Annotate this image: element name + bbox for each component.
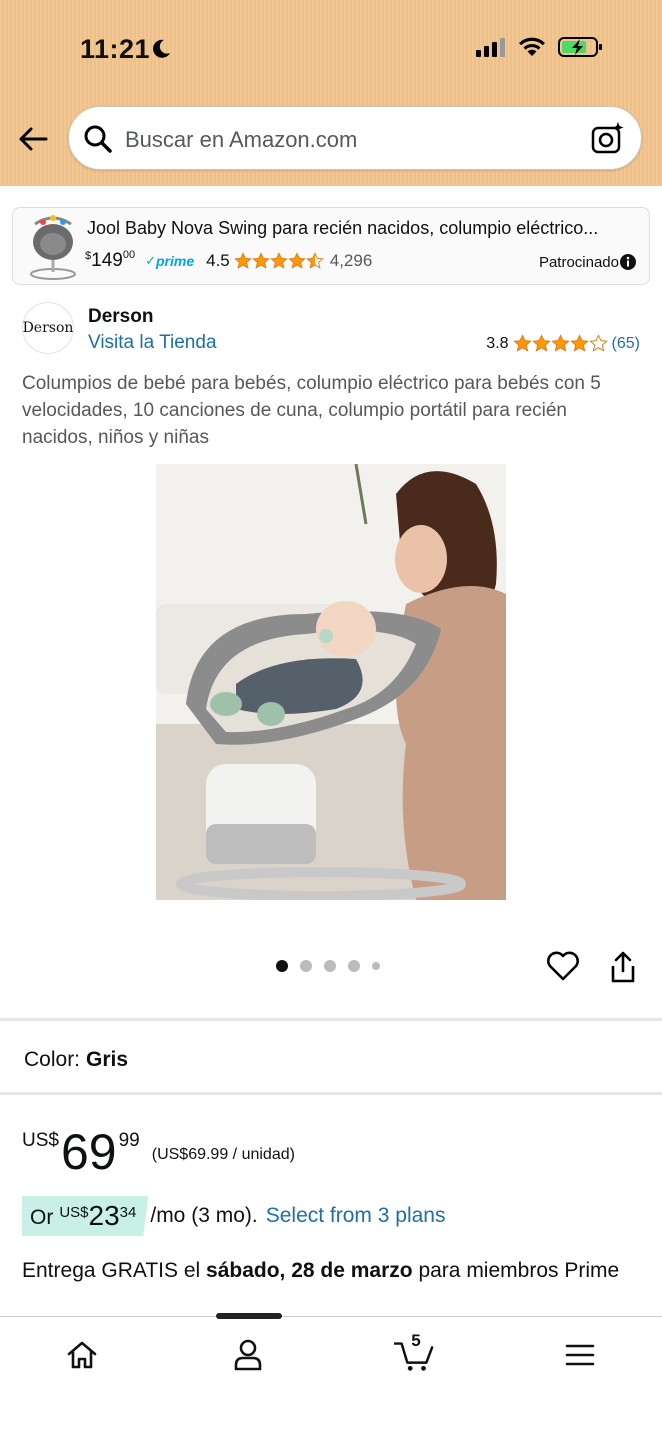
installment-currency: US$ xyxy=(59,1204,89,1221)
cart-count-badge: 5 xyxy=(411,1331,421,1350)
star-rating xyxy=(512,334,608,353)
image-pagination[interactable] xyxy=(276,960,380,972)
product-title: Columpios de bebé para bebés, columpio e… xyxy=(22,373,601,448)
sponsored-price-whole: 149 xyxy=(91,250,123,271)
hamburger-menu-icon xyxy=(565,1344,595,1366)
divider xyxy=(0,1018,662,1021)
product-rating[interactable]: 3.8 (65) xyxy=(486,334,640,353)
color-selector[interactable]: Color: Gris xyxy=(24,1048,128,1072)
nav-menu[interactable] xyxy=(560,1335,600,1375)
sponsored-product-title[interactable]: Jool Baby Nova Swing para recién nacidos… xyxy=(87,218,627,239)
installment-offer: Or US$ 23 34 /mo (3 mo). Select from 3 p… xyxy=(22,1196,445,1236)
installment-amount: 23 xyxy=(88,1200,120,1231)
price-fraction: 99 xyxy=(118,1130,140,1151)
pagination-dot[interactable] xyxy=(276,960,288,972)
price-whole: 69 xyxy=(60,1124,117,1180)
active-tab-indicator xyxy=(216,1313,282,1319)
sponsored-review-count: 4,296 xyxy=(329,251,373,270)
battery-charging-icon xyxy=(558,37,602,57)
product-image[interactable] xyxy=(156,464,506,900)
delivery-prefix: Entrega GRATIS el xyxy=(22,1259,201,1282)
pagination-dot[interactable] xyxy=(372,962,380,970)
star-icon xyxy=(588,334,608,352)
price: US$ 69 99 (US$69.99 / unidad) xyxy=(22,1126,295,1178)
star-icon xyxy=(531,334,551,352)
prime-check-icon: ✓ xyxy=(145,253,156,268)
review-count-link[interactable]: (65) xyxy=(612,335,640,353)
sponsored-price-currency: $ xyxy=(85,250,92,262)
installment-fraction: 34 xyxy=(119,1204,137,1221)
info-icon[interactable] xyxy=(619,253,637,271)
sponsored-price-fraction: 00 xyxy=(122,249,136,261)
star-icon xyxy=(269,252,288,269)
sponsored-product-meta: $ 149 00 ✓ prime 4.5 4,296 xyxy=(85,249,373,272)
star-icon xyxy=(305,252,324,269)
nav-home[interactable] xyxy=(62,1335,102,1375)
unit-price: (US$69.99 / unidad) xyxy=(151,1146,295,1163)
brand-name: Derson xyxy=(88,306,154,327)
pagination-dot[interactable] xyxy=(348,960,360,972)
back-arrow-icon[interactable] xyxy=(16,122,50,156)
header: 11:21 Buscar en Amazon.com xyxy=(0,0,662,186)
rating-value: 3.8 xyxy=(486,334,509,352)
wifi-icon xyxy=(519,37,545,56)
star-icon xyxy=(233,252,252,269)
star-icon xyxy=(569,334,589,352)
star-icon xyxy=(251,252,270,269)
price-currency: US$ xyxy=(22,1130,59,1151)
sponsored-product-banner[interactable]: Jool Baby Nova Swing para recién nacidos… xyxy=(12,207,650,285)
delivery-info: Entrega GRATIS el sábado, 28 de marzo pa… xyxy=(22,1256,642,1286)
star-icon xyxy=(287,252,306,269)
select-plans-link[interactable]: Select from 3 plans xyxy=(266,1204,446,1228)
sponsored-label: Patrocinado xyxy=(538,254,619,271)
pagination-dot[interactable] xyxy=(324,960,336,972)
status-time: 11:21 xyxy=(80,34,151,64)
cellular-signal-icon xyxy=(476,38,505,57)
status-icons xyxy=(476,36,604,58)
visit-store-link[interactable]: Visita la Tienda xyxy=(88,332,217,354)
nav-cart[interactable]: 5 xyxy=(394,1331,434,1375)
user-icon xyxy=(234,1339,262,1371)
heart-icon[interactable] xyxy=(546,950,580,982)
prime-badge: prime xyxy=(155,253,195,269)
camera-lens-icon[interactable] xyxy=(591,121,625,155)
home-icon xyxy=(67,1341,97,1369)
nav-account[interactable] xyxy=(228,1335,268,1375)
search-icon xyxy=(84,125,112,153)
delivery-suffix: para miembros Prime xyxy=(418,1259,620,1282)
installment-badge: Or US$ 23 34 xyxy=(22,1196,149,1236)
pagination-dot[interactable] xyxy=(300,960,312,972)
search-placeholder: Buscar en Amazon.com xyxy=(125,127,358,152)
search-input[interactable]: Buscar en Amazon.com xyxy=(68,106,642,170)
moon-icon xyxy=(153,39,170,58)
brand-logo[interactable]: Derson xyxy=(22,302,74,354)
share-icon[interactable] xyxy=(608,950,638,984)
color-value: Gris xyxy=(86,1048,129,1071)
star-icon xyxy=(512,334,532,352)
sponsored-product-thumbnail xyxy=(30,215,76,280)
installment-prefix: Or xyxy=(30,1206,54,1229)
brand-logo-text: Derson xyxy=(22,320,74,336)
sponsored-rating: 4.5 xyxy=(206,251,230,270)
delivery-date: sábado, 28 de marzo xyxy=(206,1259,413,1282)
divider xyxy=(0,1092,662,1095)
product-photo xyxy=(156,464,506,900)
installment-terms: /mo (3 mo). xyxy=(150,1204,258,1227)
bottom-navigation: 5 xyxy=(0,1313,662,1440)
sponsored-star-rating xyxy=(233,252,324,270)
star-icon xyxy=(550,334,570,352)
color-label: Color: xyxy=(24,1048,81,1071)
